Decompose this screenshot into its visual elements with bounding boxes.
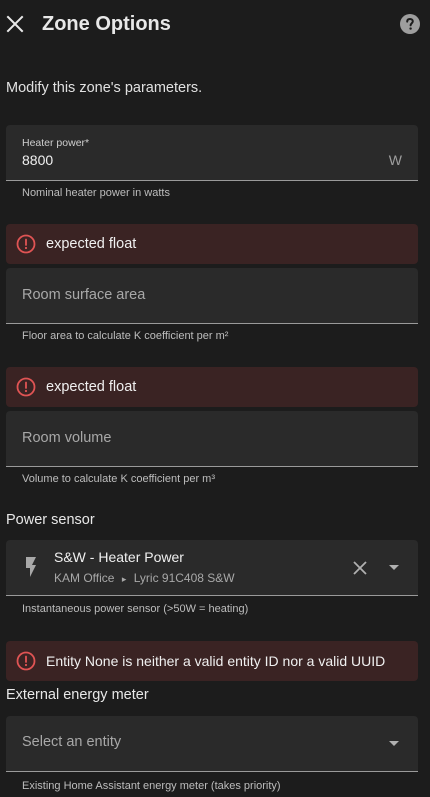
energy-meter-helper: Existing Home Assistant energy meter (ta… [22, 780, 281, 792]
heater-power-label: Heater power* [22, 137, 90, 149]
room-volume-helper: Volume to calculate K coefficient per m³ [22, 473, 216, 485]
close-icon [353, 561, 367, 575]
power-sensor-helper: Instantaneous power sensor (>50W = heati… [22, 603, 249, 615]
heater-power-field[interactable]: Heater power* 8800 W [6, 125, 418, 181]
surface-area-helper: Floor area to calculate K coefficient pe… [22, 330, 229, 342]
flash-icon [26, 557, 36, 577]
surface-area-field[interactable]: Room surface area [6, 268, 418, 324]
clear-button[interactable] [350, 558, 370, 578]
surface-area-error: expected float [6, 224, 418, 264]
entity-context: KAM Office ▸ Lyric 91C408 S&W [54, 571, 235, 585]
room-volume-placeholder: Room volume [22, 430, 112, 446]
close-icon [6, 15, 24, 33]
energy-meter-error-text: Entity None is neither a valid entity ID… [46, 653, 386, 669]
entity-area: KAM Office [54, 571, 115, 585]
room-volume-error-text: expected float [46, 379, 137, 395]
energy-meter-picker[interactable]: Select an entity [6, 716, 418, 772]
heater-power-suffix: W [388, 152, 402, 168]
dialog-subtitle: Modify this zone's parameters. [6, 80, 203, 96]
dialog-title: Zone Options [42, 13, 171, 35]
chevron-down-icon[interactable] [388, 740, 400, 748]
surface-area-placeholder: Room surface area [22, 287, 146, 303]
heater-power-helper: Nominal heater power in watts [22, 187, 170, 199]
help-icon [400, 14, 420, 34]
surface-area-error-text: expected float [46, 236, 137, 252]
power-sensor-title: Power sensor [6, 512, 95, 528]
heater-power-value[interactable]: 8800 [22, 152, 53, 168]
alert-circle-icon [16, 651, 36, 671]
alert-circle-icon [16, 234, 36, 254]
energy-meter-title: External energy meter [6, 687, 149, 703]
energy-meter-placeholder: Select an entity [22, 734, 122, 750]
energy-meter-error: Entity None is neither a valid entity ID… [6, 641, 418, 681]
context-separator: ▸ [121, 574, 127, 584]
alert-circle-icon [16, 377, 36, 397]
dialog-header: Zone Options [0, 0, 430, 48]
help-button[interactable] [400, 14, 420, 34]
power-sensor-picker[interactable]: S&W - Heater Power KAM Office ▸ Lyric 91… [6, 540, 418, 596]
room-volume-error: expected float [6, 367, 418, 407]
chevron-down-icon[interactable] [388, 564, 400, 572]
entity-device: Lyric 91C408 S&W [133, 571, 235, 585]
entity-name: S&W - Heater Power [54, 549, 184, 565]
room-volume-field[interactable]: Room volume [6, 411, 418, 467]
close-button[interactable] [3, 12, 27, 36]
